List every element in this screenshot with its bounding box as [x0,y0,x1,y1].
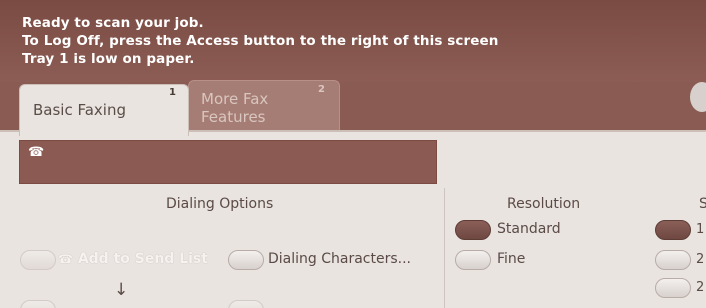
tab-number: 2 [318,84,325,95]
cut-off-option-3-label: 2 [696,280,705,295]
dialing-characters-label: Dialing Characters... [268,251,412,267]
cut-off-option-1-button[interactable] [655,220,691,240]
tab-more-fax-features[interactable]: More Fax Features 2 [188,80,340,130]
dialing-characters-button[interactable] [228,250,264,270]
tab-label: More Fax Features [201,90,269,126]
phone-icon: ☎ [58,252,73,266]
cut-off-option-2-label: 2 [696,252,705,267]
arrow-down-icon: ↓ [114,280,129,300]
resolution-standard-label: Standard [497,221,561,237]
add-to-send-list-button[interactable] [20,250,56,270]
fax-screen: Ready to scan your job. To Log Off, pres… [0,0,706,308]
cut-off-option-3-button[interactable] [655,278,691,298]
dialing-options-header: Dialing Options [166,196,274,212]
section-divider [444,188,445,308]
tab-label: Basic Faxing [33,101,126,119]
status-line-1: Ready to scan your job. [22,15,204,31]
cut-off-option-1-label: 1 [696,222,705,237]
resolution-standard-button[interactable] [455,220,491,240]
status-line-2: To Log Off, press the Access button to t… [22,33,499,49]
partial-button-bottom-middle[interactable] [228,300,264,308]
resolution-header: Resolution [507,196,581,212]
tab-number: 1 [169,87,176,98]
scroll-knob[interactable] [690,82,706,112]
cut-off-section-header: S [699,196,706,212]
status-area: Ready to scan your job. To Log Off, pres… [0,0,706,82]
cut-off-option-2-button[interactable] [655,250,691,270]
fax-number-field[interactable]: ☎ [19,140,437,184]
resolution-fine-label: Fine [497,251,526,267]
add-to-send-list-label: ☎ Add to Send List [58,251,208,267]
status-line-3: Tray 1 is low on paper. [22,51,195,67]
phone-icon: ☎ [28,145,45,160]
tab-basic-faxing[interactable]: Basic Faxing 1 [19,84,189,136]
partial-button-bottom-left[interactable] [20,300,56,308]
resolution-fine-button[interactable] [455,250,491,270]
